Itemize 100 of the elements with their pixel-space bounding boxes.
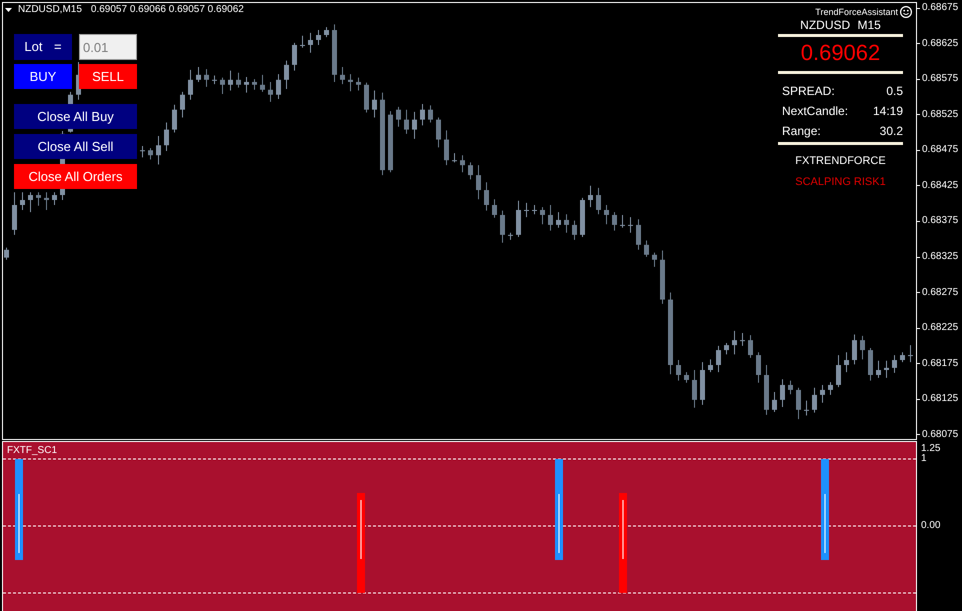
- sell-button[interactable]: SELL: [79, 64, 137, 89]
- candlestick: [340, 66, 345, 85]
- price-label: 0.68575: [922, 73, 958, 86]
- lot-label: Lot =: [14, 34, 72, 60]
- price-label: 0.68525: [922, 108, 958, 121]
- candlestick: [796, 387, 801, 420]
- candlestick: [788, 380, 793, 395]
- candlestick: [812, 387, 817, 414]
- current-price: 0.69062: [800, 39, 882, 67]
- candlestick: [180, 91, 185, 118]
- candlestick: [628, 216, 633, 234]
- candlestick: [28, 192, 33, 213]
- candlestick: [404, 109, 409, 134]
- stat-label: Range:: [782, 124, 821, 138]
- candlestick: [820, 384, 825, 404]
- candlestick: [564, 214, 569, 234]
- mode-label: SCALPING RISK1: [794, 175, 887, 190]
- candlestick: [540, 206, 545, 225]
- price-label: 0.68125: [922, 393, 958, 406]
- candlestick: [588, 185, 593, 208]
- candlestick: [876, 360, 881, 378]
- price-label: 0.68075: [922, 428, 958, 441]
- candlestick: [244, 76, 249, 94]
- candlestick: [724, 342, 729, 355]
- candlestick: [20, 192, 25, 210]
- candlestick: [276, 74, 281, 100]
- candlestick: [900, 352, 905, 363]
- candlestick: [532, 204, 537, 215]
- candlestick: [324, 26, 329, 38]
- candlestick: [316, 30, 321, 46]
- indicator-title: FXTF_SC1: [7, 445, 58, 457]
- candlestick: [772, 392, 777, 412]
- candlestick: [452, 152, 457, 163]
- candlestick: [572, 220, 577, 240]
- candlestick: [644, 240, 649, 258]
- candlestick: [468, 162, 473, 180]
- candlestick: [844, 352, 849, 373]
- candlestick: [524, 202, 529, 218]
- close-button[interactable]: Close All Sell: [14, 134, 137, 159]
- candlestick: [596, 187, 601, 215]
- candlestick: [748, 334, 753, 358]
- candlestick: [548, 204, 553, 232]
- candlestick: [828, 382, 833, 396]
- candlestick: [444, 130, 449, 166]
- candlestick: [260, 74, 265, 92]
- candlestick: [204, 68, 209, 88]
- stat-value: 30.2: [880, 124, 903, 138]
- price-label: 0.68325: [922, 251, 958, 264]
- candlestick: [636, 218, 641, 250]
- buy-button[interactable]: BUY: [14, 64, 72, 89]
- symbol-label: NZDUSD,M15: [18, 4, 82, 16]
- candlestick: [268, 81, 273, 102]
- candlestick: [684, 372, 689, 384]
- symbol-timeframe: NZDUSD M15: [799, 18, 882, 32]
- price-label: 0.68225: [922, 322, 958, 334]
- stat-value: 0.5: [886, 84, 903, 98]
- close-all-button[interactable]: Close All Orders: [14, 164, 137, 189]
- candlestick: [252, 78, 257, 90]
- candlestick: [492, 198, 497, 218]
- brand-label: FXTRENDFORCE: [794, 154, 887, 169]
- candlestick: [44, 192, 49, 210]
- price-label: 0.68425: [922, 180, 958, 192]
- candlestick: [460, 154, 465, 173]
- candlestick: [52, 192, 57, 206]
- candlestick: [308, 32, 313, 54]
- candlestick: [740, 332, 745, 346]
- quote-values: 0.69057 0.69066 0.69057 0.69062: [90, 4, 244, 16]
- caret-icon[interactable]: [5, 8, 12, 12]
- candlestick: [676, 360, 681, 382]
- candlestick: [508, 232, 513, 240]
- candlestick: [484, 182, 489, 212]
- assistant-title: TrendForceAssistant: [815, 6, 898, 18]
- candlestick: [852, 334, 857, 365]
- candlestick: [372, 90, 377, 118]
- candlestick: [236, 72, 241, 88]
- candlestick: [556, 212, 561, 228]
- candlestick: [220, 77, 225, 95]
- candlestick: [476, 164, 481, 200]
- candlestick: [148, 148, 153, 160]
- candlestick: [228, 70, 233, 91]
- candlestick: [284, 60, 289, 90]
- candlestick: [356, 77, 361, 91]
- candlestick: [292, 42, 297, 72]
- candlestick: [804, 400, 809, 416]
- candlestick: [780, 378, 785, 408]
- candlestick: [604, 204, 609, 225]
- stat-label: SPREAD:: [782, 84, 835, 98]
- candlestick: [196, 66, 201, 82]
- price-label: 0.68625: [922, 38, 958, 50]
- axis-label: 0.00: [921, 521, 940, 531]
- stat-value: 14:19: [872, 104, 903, 118]
- candlestick: [500, 210, 505, 244]
- candlestick: [892, 354, 897, 374]
- close-button[interactable]: Close All Buy: [14, 104, 137, 129]
- candlestick: [300, 35, 305, 48]
- price-label: 0.68675: [922, 2, 958, 14]
- candlestick: [692, 370, 697, 408]
- candlestick: [708, 358, 713, 373]
- price-label: 0.68275: [922, 286, 958, 299]
- candlestick: [420, 104, 425, 126]
